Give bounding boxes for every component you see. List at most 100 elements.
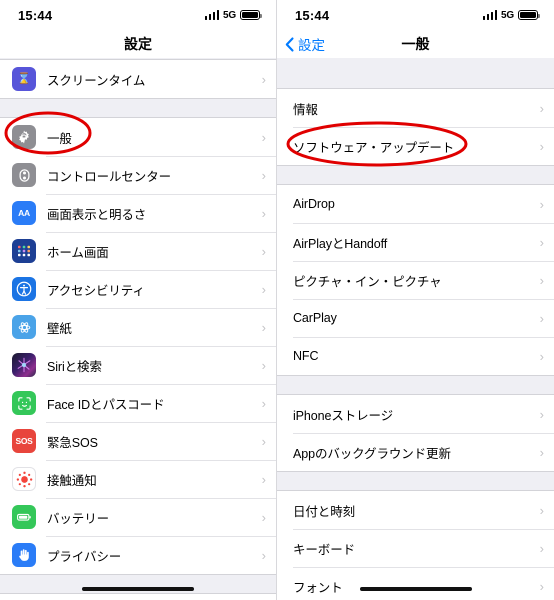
sidebar-item-general[interactable]: 一般 › — [0, 118, 276, 156]
aa-glyph: AA — [18, 207, 30, 218]
list-item-background-app-refresh[interactable]: Appのバックグラウンド更新 › — [277, 433, 554, 471]
row-label: プライバシー — [47, 549, 122, 564]
chevron-right-icon: › — [261, 205, 266, 221]
exposure-notifications-icon — [12, 467, 36, 491]
list-item-airplay-handoff[interactable]: AirPlayとHandoff › — [277, 223, 554, 261]
list-item-picture-in-picture[interactable]: ピクチャ・イン・ピクチャ › — [277, 261, 554, 299]
network-type-label: 5G — [223, 9, 236, 21]
sidebar-item-battery[interactable]: バッテリー › — [0, 498, 276, 536]
chevron-right-icon: › — [539, 444, 544, 460]
chevron-left-icon — [285, 36, 294, 52]
sidebar-item-accessibility[interactable]: アクセシビリティ › — [0, 270, 276, 308]
control-center-icon — [12, 163, 36, 187]
right-phone-screen: 15:44 5G 設定 一般 情報 › ソフトウェア・アップデート › AirD… — [277, 0, 554, 600]
chevron-right-icon: › — [539, 100, 544, 116]
battery-settings-icon — [12, 505, 36, 529]
list-item-keyboard[interactable]: キーボード › — [277, 529, 554, 567]
row-label: NFC — [293, 349, 319, 363]
settings-group: 一般 › コントロールセンター › AA 画面表示と明るさ › ホーム画面 › … — [0, 117, 276, 575]
list-item-date-time[interactable]: 日付と時刻 › — [277, 491, 554, 529]
row-label: Appのバックグラウンド更新 — [293, 446, 451, 461]
row-label: AirDrop — [293, 197, 335, 211]
row-label: iPhoneストレージ — [293, 408, 394, 423]
chevron-right-icon: › — [261, 129, 266, 145]
sidebar-item-screen-time[interactable]: ⌛ スクリーンタイム › — [0, 60, 276, 98]
row-label: ホーム画面 — [47, 245, 109, 260]
sidebar-item-display-brightness[interactable]: AA 画面表示と明るさ › — [0, 194, 276, 232]
list-item-software-update[interactable]: ソフトウェア・アップデート › — [277, 127, 554, 165]
row-label: CarPlay — [293, 311, 337, 325]
list-item-airdrop[interactable]: AirDrop › — [277, 185, 554, 223]
settings-list-right[interactable]: 情報 › ソフトウェア・アップデート › AirDrop › AirPlayとH… — [277, 58, 554, 600]
chevron-right-icon: › — [261, 243, 266, 259]
wallpaper-icon — [12, 315, 36, 339]
sidebar-item-wallpaper[interactable]: 壁紙 › — [0, 308, 276, 346]
display-brightness-icon: AA — [12, 201, 36, 225]
sidebar-item-control-center[interactable]: コントロールセンター › — [0, 156, 276, 194]
status-bar-left: 15:44 5G — [0, 0, 276, 30]
row-label: 接触通知 — [47, 473, 97, 488]
home-screen-icon — [12, 239, 36, 263]
battery-icon — [240, 10, 262, 20]
settings-group: 情報 › ソフトウェア・アップデート › — [277, 88, 554, 166]
chevron-right-icon: › — [539, 348, 544, 364]
row-label: Siriと検索 — [47, 359, 102, 374]
row-label: 情報 — [293, 102, 318, 117]
list-item-about[interactable]: 情報 › — [277, 89, 554, 127]
page-title: 設定 — [124, 36, 152, 52]
screen-time-glyph: ⌛ — [17, 72, 31, 85]
list-item-carplay[interactable]: CarPlay › — [277, 299, 554, 337]
row-label: ソフトウェア・アップデート — [293, 140, 455, 155]
chevron-right-icon: › — [261, 319, 266, 335]
chevron-right-icon: › — [261, 167, 266, 183]
row-label: 画面表示と明るさ — [47, 207, 147, 222]
general-gear-icon — [12, 125, 36, 149]
chevron-right-icon: › — [539, 310, 544, 326]
row-label: Face IDとパスコード — [47, 397, 165, 412]
chevron-right-icon: › — [539, 196, 544, 212]
chevron-right-icon: › — [539, 272, 544, 288]
settings-group: iPhoneストレージ › Appのバックグラウンド更新 › — [277, 394, 554, 472]
chevron-right-icon: › — [261, 433, 266, 449]
nav-bar-right: 設定 一般 — [277, 30, 554, 58]
list-item-fonts[interactable]: フォント › — [277, 567, 554, 600]
row-label: フォント — [293, 580, 343, 595]
back-button-label: 設定 — [298, 38, 325, 53]
list-item-nfc[interactable]: NFC › — [277, 337, 554, 375]
status-bar-right: 15:44 5G — [277, 0, 554, 30]
sidebar-item-siri-search[interactable]: Siriと検索 › — [0, 346, 276, 384]
chevron-right-icon: › — [261, 281, 266, 297]
sidebar-item-face-id-passcode[interactable]: Face IDとパスコード › — [0, 384, 276, 422]
status-indicators: 5G — [204, 9, 262, 21]
settings-group: AirDrop › AirPlayとHandoff › ピクチャ・イン・ピクチャ… — [277, 184, 554, 376]
chevron-right-icon: › — [539, 406, 544, 422]
chevron-right-icon: › — [261, 357, 266, 373]
sidebar-item-app-store[interactable]: App Store › — [0, 594, 276, 600]
siri-icon — [12, 353, 36, 377]
cellular-bars-icon — [482, 10, 498, 20]
sidebar-item-exposure-notifications[interactable]: 接触通知 › — [0, 460, 276, 498]
chevron-right-icon: › — [261, 547, 266, 563]
chevron-right-icon: › — [539, 540, 544, 556]
list-item-iphone-storage[interactable]: iPhoneストレージ › — [277, 395, 554, 433]
row-label: バッテリー — [47, 511, 110, 526]
row-label: 緊急SOS — [47, 435, 98, 450]
settings-group: App Store › WalletとApple Pay — [0, 593, 276, 600]
chevron-right-icon: › — [539, 234, 544, 250]
settings-list-left[interactable]: ⌛ スクリーンタイム › 一般 › コントロールセンター › AA 画面表示と明… — [0, 58, 276, 600]
status-indicators: 5G — [482, 10, 540, 21]
row-label: 日付と時刻 — [293, 504, 356, 519]
sidebar-item-home-screen[interactable]: ホーム画面 › — [0, 232, 276, 270]
sidebar-item-privacy[interactable]: プライバシー › — [0, 536, 276, 574]
sidebar-item-emergency-sos[interactable]: SOS 緊急SOS › — [0, 422, 276, 460]
row-label: コントロールセンター — [47, 169, 172, 184]
back-button[interactable]: 設定 — [285, 34, 325, 54]
row-label: 壁紙 — [47, 321, 72, 336]
chevron-right-icon: › — [261, 395, 266, 411]
row-label: 一般 — [47, 131, 72, 146]
home-indicator — [359, 586, 472, 591]
accessibility-icon — [12, 277, 36, 301]
nav-bar-left: 設定 — [0, 30, 276, 58]
settings-group: ⌛ スクリーンタイム › — [0, 59, 276, 99]
page-title: 一般 — [401, 36, 430, 52]
